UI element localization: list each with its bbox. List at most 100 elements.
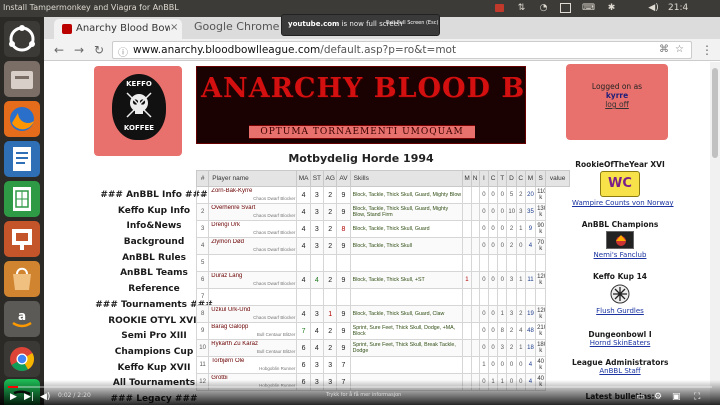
section-link[interactable]: Wampire Counts von Norway bbox=[572, 199, 674, 207]
player-cell: Barag Galopp Bull Centaur Blitzer bbox=[208, 322, 298, 340]
section-link[interactable]: Nemi's Fanclub bbox=[572, 251, 668, 259]
stat-cell: 9 bbox=[336, 271, 351, 289]
player-cell: Torbjørn Ole Hobgoblin Runner bbox=[208, 356, 298, 374]
player-name[interactable]: Zlymon Død bbox=[211, 239, 295, 246]
stat-cell: 6 bbox=[195, 271, 210, 289]
fullscreen-exit-icon[interactable]: ⛶ bbox=[694, 391, 700, 403]
impress-icon[interactable] bbox=[4, 221, 40, 257]
stat-cell: 1 bbox=[323, 305, 338, 323]
roster-header-row: # Player name MA ST AG AV Skills M N I C T D C M Svalue bbox=[195, 170, 570, 187]
value-cell: 210 k bbox=[535, 322, 547, 340]
page-info-icon[interactable]: ⓘ bbox=[118, 44, 128, 59]
stat-cell: 3 bbox=[309, 305, 325, 323]
keyboard-icon[interactable]: ⌨ bbox=[582, 3, 595, 13]
player-name[interactable]: Barag Galopp bbox=[211, 324, 295, 331]
player-cell: Overhenre Svart Chaos Dwarf Blocker bbox=[208, 203, 298, 221]
transfer-icon[interactable]: ⇅ bbox=[516, 3, 527, 13]
stat-cell: 2 bbox=[323, 220, 338, 238]
section-link[interactable]: Hornd SkinEaters bbox=[572, 339, 668, 347]
stat-cell bbox=[470, 203, 480, 221]
forward-icon[interactable]: → bbox=[70, 41, 88, 59]
value-cell: 120 k bbox=[535, 305, 547, 323]
exit-fullscreen-button[interactable]: Exit Full Screen (Esc) bbox=[386, 20, 438, 26]
league-banner[interactable]: ANARCHY BLOOD BOWL LEAGUE OPTUMA TORNAEM… bbox=[196, 66, 526, 144]
address-bar[interactable]: ⓘ www.anarchy.bloodbowlleague.com/defaul… bbox=[112, 41, 692, 59]
stat-cell bbox=[296, 288, 311, 306]
champion-banner-icon[interactable] bbox=[606, 231, 634, 249]
bookmark-star-icon[interactable]: ☆ bbox=[675, 44, 684, 55]
skills-cell: Sprint, Sure Feet, Thick Skull, Break Ta… bbox=[349, 339, 464, 357]
reload-icon[interactable]: ↻ bbox=[90, 41, 108, 59]
skills-cell: Sprint, Sure Feet, Thick Skull, Dodge, +… bbox=[349, 322, 464, 340]
video-progress-bar[interactable] bbox=[8, 386, 712, 388]
stat-cell: 2 bbox=[323, 322, 338, 340]
stat-cell: 2 bbox=[323, 237, 338, 255]
stat-cell: 4 bbox=[296, 271, 311, 289]
column-header: N bbox=[470, 170, 480, 187]
record-icon[interactable] bbox=[494, 3, 505, 13]
section-link[interactable]: Flush Gurdles bbox=[572, 307, 668, 315]
back-icon[interactable]: ← bbox=[50, 41, 68, 59]
ubuntu-dash-icon[interactable] bbox=[4, 21, 40, 57]
player-name[interactable]: Overhenre Svart bbox=[211, 205, 295, 212]
stat-cell: 3 bbox=[195, 220, 210, 238]
keffo-koffee-logo[interactable]: KEFFO KOFFEE bbox=[94, 66, 182, 156]
stat-cell bbox=[336, 288, 351, 306]
chrome-icon[interactable] bbox=[4, 341, 40, 377]
play-icon[interactable]: ▶ bbox=[10, 391, 17, 403]
player-name[interactable]: Drengi Urk bbox=[211, 222, 295, 229]
stat-cell: 1 bbox=[478, 356, 489, 374]
stat-cell: 9 bbox=[336, 305, 351, 323]
player-name[interactable]: Uzkul Urk-Und bbox=[211, 307, 295, 314]
wifi-icon[interactable]: ◔ bbox=[538, 3, 549, 13]
writer-icon[interactable] bbox=[4, 141, 40, 177]
files-icon[interactable] bbox=[4, 61, 40, 97]
fullscreen-notice: youtube.com is now full screen Exit Full… bbox=[281, 14, 440, 36]
value-cell bbox=[535, 288, 547, 306]
stat-cell bbox=[524, 254, 537, 272]
wc-trophy-icon[interactable]: WC bbox=[600, 171, 640, 197]
url-text[interactable]: www.anarchy.bloodbowlleague.com/default.… bbox=[133, 44, 456, 56]
player-name[interactable]: Duraz Lang bbox=[211, 273, 295, 280]
settings-gear-icon[interactable]: ⚙ bbox=[654, 391, 662, 403]
tab-anarchy-blood-bowl[interactable]: Anarchy Blood Bowl × bbox=[54, 19, 182, 39]
stat-cell: 0 bbox=[497, 220, 508, 238]
player-position: Chaos Dwarf Blocker bbox=[253, 213, 296, 218]
volume-icon[interactable]: ◀) bbox=[40, 391, 50, 403]
scrollbar-thumb[interactable] bbox=[712, 68, 718, 158]
firefox-icon[interactable] bbox=[4, 101, 40, 137]
stat-cell bbox=[309, 288, 325, 306]
value-cell: 180 k bbox=[535, 339, 547, 357]
next-icon[interactable]: ▶| bbox=[24, 391, 34, 403]
stat-cell bbox=[462, 356, 472, 374]
stat-cell: 3 bbox=[506, 305, 517, 323]
video-time: 0:02 / 2:20 bbox=[58, 392, 91, 399]
stat-cell: 0 bbox=[497, 356, 508, 374]
table-row: 10 Rykarth Zu Karaz Bull Centaur Blitzer 6 4… bbox=[195, 339, 570, 357]
chrome-menu-icon[interactable]: ⋮ bbox=[698, 41, 716, 59]
section-link[interactable]: AnBBL Staff bbox=[572, 367, 668, 375]
section-heading: RookieOfTheYear XVI bbox=[575, 160, 665, 169]
player-name[interactable]: Rykarth Zu Karaz bbox=[211, 341, 295, 348]
stat-cell: 5 bbox=[506, 186, 517, 204]
bluetooth-icon[interactable]: ✱ bbox=[606, 3, 617, 13]
tab-close-icon[interactable]: × bbox=[170, 22, 178, 33]
translate-icon[interactable]: ⌘ bbox=[659, 44, 669, 55]
player-name[interactable]: Torbjørn Ole bbox=[211, 358, 295, 365]
input-icon[interactable] bbox=[560, 3, 571, 13]
logoff-link[interactable]: log off bbox=[566, 100, 668, 109]
sidebar-section: RookieOfTheYear XVI WC Wampire Counts von … bbox=[572, 160, 674, 207]
amazon-icon[interactable]: a bbox=[4, 301, 40, 337]
software-center-icon[interactable] bbox=[4, 261, 40, 297]
keffo-kup-icon[interactable] bbox=[609, 283, 631, 305]
volume-icon[interactable]: ◀) bbox=[648, 3, 659, 13]
calc-icon[interactable] bbox=[4, 181, 40, 217]
stat-cell bbox=[462, 305, 472, 323]
value-cell: 120 k bbox=[535, 271, 547, 289]
captions-icon[interactable]: ▭ bbox=[636, 391, 645, 403]
stat-cell: 3 bbox=[309, 203, 325, 221]
player-name[interactable]: Zorn-Bak-Kyrre bbox=[211, 188, 295, 195]
youtube-logo-icon[interactable]: ▣ bbox=[672, 391, 681, 403]
page-scrollbar[interactable] bbox=[710, 62, 720, 405]
stat-cell: 8 bbox=[336, 220, 351, 238]
